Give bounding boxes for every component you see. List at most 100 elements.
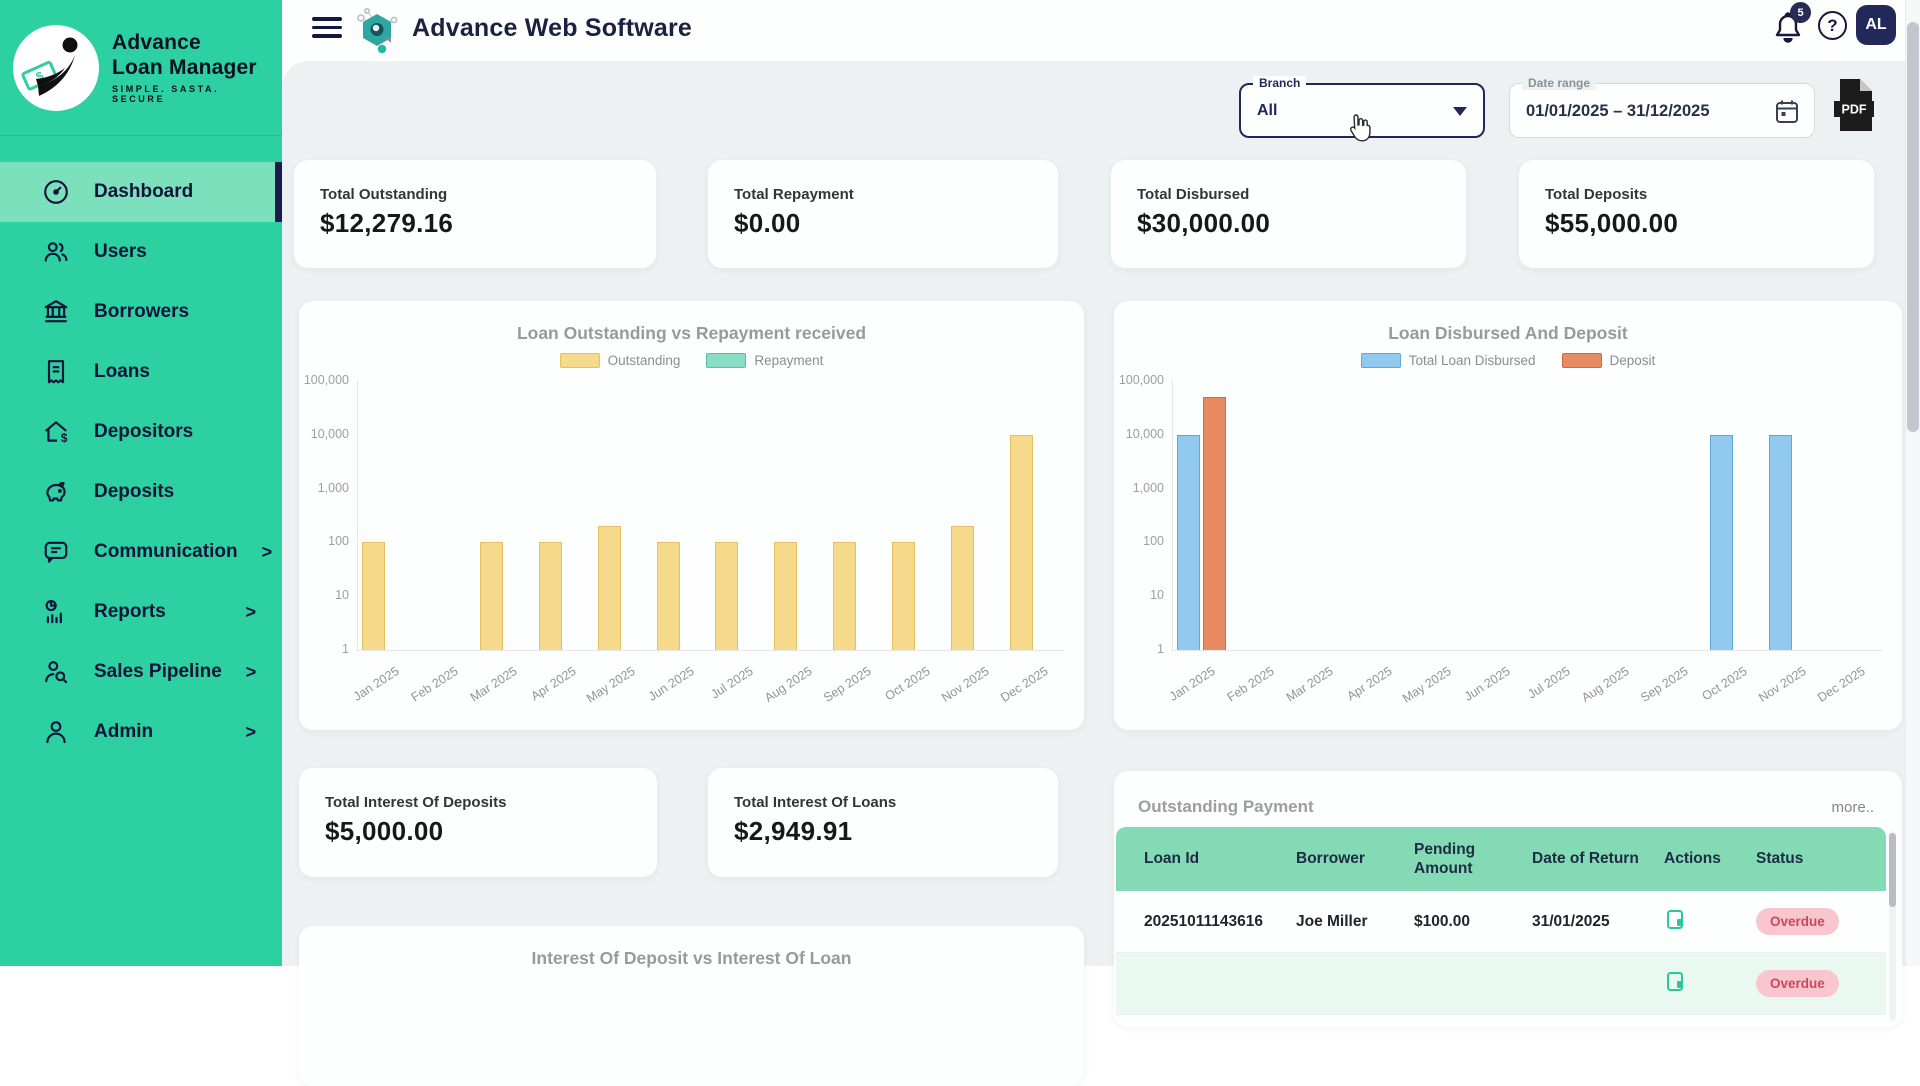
stat-label: Total Interest Of Loans (734, 794, 896, 811)
bar (480, 542, 503, 650)
stat-value: $0.00 (734, 208, 801, 239)
cell-loan-id: 20251011143616 (1144, 913, 1296, 931)
y-tick-label: 100,000 (1114, 373, 1164, 387)
sidebar-item-deposits[interactable]: Deposits (0, 462, 282, 522)
export-pdf-button[interactable]: PDF (1830, 77, 1878, 133)
column-header: Pending Amount (1414, 840, 1532, 879)
payment-wallet-icon[interactable] (1664, 969, 1688, 993)
chevron-right-icon: > (262, 542, 273, 563)
y-tick-label: 10 (299, 588, 349, 602)
stat-card-total-repayment: Total Repayment $0.00 (708, 160, 1058, 268)
sidebar-item-label: Admin (94, 721, 153, 743)
y-tick-label: 100 (299, 534, 349, 548)
calendar-icon[interactable] (1774, 98, 1800, 126)
bar (598, 526, 621, 650)
app-logo-icon (354, 7, 400, 55)
sidebar-item-label: Users (94, 241, 147, 263)
legend-item: Outstanding (560, 353, 681, 368)
stat-label: Total Repayment (734, 186, 854, 203)
y-tick-label: 1 (299, 642, 349, 656)
stat-card-total-deposits: Total Deposits $55,000.00 (1519, 160, 1874, 268)
chart-title: Loan Disbursed And Deposit (1114, 323, 1902, 344)
bar (1769, 435, 1792, 650)
sidebar-item-depositors[interactable]: $ Depositors (0, 402, 282, 462)
home-dollar-icon: $ (42, 418, 70, 446)
user-avatar[interactable]: AL (1856, 5, 1896, 45)
y-axis-line (1172, 381, 1173, 650)
brand-logo-area: $ Advance Loan Manager SIMPLE. SASTA. SE… (0, 0, 282, 136)
x-axis-line (1172, 650, 1882, 651)
chart-legend: Total Loan Disbursed Deposit (1114, 353, 1902, 368)
date-range-label: Date range (1522, 76, 1596, 90)
svg-text:$: $ (61, 431, 68, 445)
table-scrollbar-thumb[interactable] (1889, 833, 1896, 907)
brand-text: Advance Loan Manager SIMPLE. SASTA. SECU… (112, 31, 272, 103)
stat-card-total-disbursed: Total Disbursed $30,000.00 (1111, 160, 1466, 268)
y-tick-label: 1,000 (1114, 481, 1164, 495)
piggy-bank-icon (42, 478, 70, 506)
legend-label: Total Loan Disbursed (1409, 353, 1536, 368)
stat-value: $2,949.91 (734, 816, 852, 847)
y-tick-label: 100,000 (299, 373, 349, 387)
bar-chart-plot: 1101001,00010,000100,000Jan 2025Feb 2025… (299, 379, 1084, 730)
y-tick-label: 10,000 (299, 427, 349, 441)
stat-value: $30,000.00 (1137, 208, 1270, 239)
y-tick-label: 1 (1114, 642, 1164, 656)
bar (715, 542, 738, 650)
date-range-value: 01/01/2025 – 31/12/2025 (1526, 102, 1710, 121)
sidebar-item-admin[interactable]: Admin > (0, 702, 282, 762)
branch-select-value: All (1257, 102, 1277, 120)
main-content: Branch All Date range 01/01/2025 – 31/12… (282, 61, 1920, 966)
date-range-input[interactable]: Date range 01/01/2025 – 31/12/2025 (1509, 83, 1815, 138)
branch-select-label: Branch (1253, 76, 1306, 90)
sidebar-item-dashboard[interactable]: Dashboard (0, 162, 282, 222)
bar (1177, 435, 1200, 650)
pdf-icon: PDF (1830, 77, 1878, 133)
legend-swatch (1361, 353, 1401, 368)
legend-item: Deposit (1562, 353, 1656, 368)
sidebar-item-label: Reports (94, 601, 166, 623)
y-tick-label: 1,000 (299, 481, 349, 495)
stat-card-interest-of-loans: Total Interest Of Loans $2,949.91 (708, 768, 1058, 877)
chevron-down-icon (1453, 107, 1467, 116)
chevron-right-icon: > (245, 722, 256, 743)
legend-label: Outstanding (608, 353, 681, 368)
status-badge: Overdue (1756, 908, 1839, 935)
cell-date-of-return: 31/01/2025 (1532, 913, 1664, 931)
outstanding-payment-panel: Outstanding Payment more.. Loan Id Borro… (1114, 771, 1902, 1027)
bar (657, 542, 680, 650)
sidebar-item-sales-pipeline[interactable]: Sales Pipeline > (0, 642, 282, 702)
sidebar-item-label: Deposits (94, 481, 174, 503)
table-row: 20251011143616 Joe Miller $100.00 31/01/… (1116, 891, 1886, 953)
chart-card-interest-comparison: Interest Of Deposit vs Interest Of Loan (299, 926, 1084, 1086)
branch-select[interactable]: Branch All (1239, 83, 1485, 138)
y-tick-label: 100 (1114, 534, 1164, 548)
bar (362, 542, 385, 650)
sidebar-item-loans[interactable]: Loans (0, 342, 282, 402)
page-scrollbar-track[interactable] (1905, 0, 1920, 966)
table-header-row: Loan Id Borrower Pending Amount Date of … (1116, 827, 1886, 891)
app-title: Advance Web Software (412, 14, 692, 43)
stat-card-total-outstanding: Total Outstanding $12,279.16 (294, 160, 656, 268)
more-link[interactable]: more.. (1831, 799, 1874, 816)
help-button[interactable]: ? (1818, 11, 1847, 40)
legend-label: Deposit (1610, 353, 1656, 368)
sidebar-item-label: Loans (94, 361, 150, 383)
stat-label: Total Interest Of Deposits (325, 794, 506, 811)
sidebar-item-reports[interactable]: Reports > (0, 582, 282, 642)
users-icon (42, 238, 70, 266)
question-mark-icon: ? (1827, 16, 1837, 36)
sidebar-item-users[interactable]: Users (0, 222, 282, 282)
menu-toggle-icon[interactable] (312, 17, 342, 43)
bar (774, 542, 797, 650)
column-header: Loan Id (1144, 849, 1296, 868)
sidebar-item-label: Communication (94, 541, 238, 563)
legend-item: Total Loan Disbursed (1361, 353, 1536, 368)
page-scrollbar-thumb[interactable] (1907, 22, 1919, 432)
report-chart-icon (42, 598, 70, 626)
sidebar-item-communication[interactable]: Communication > (0, 522, 282, 582)
legend-item: Repayment (706, 353, 823, 368)
sidebar-item-borrowers[interactable]: Borrowers (0, 282, 282, 342)
payment-wallet-icon[interactable] (1664, 907, 1688, 931)
bar (539, 542, 562, 650)
